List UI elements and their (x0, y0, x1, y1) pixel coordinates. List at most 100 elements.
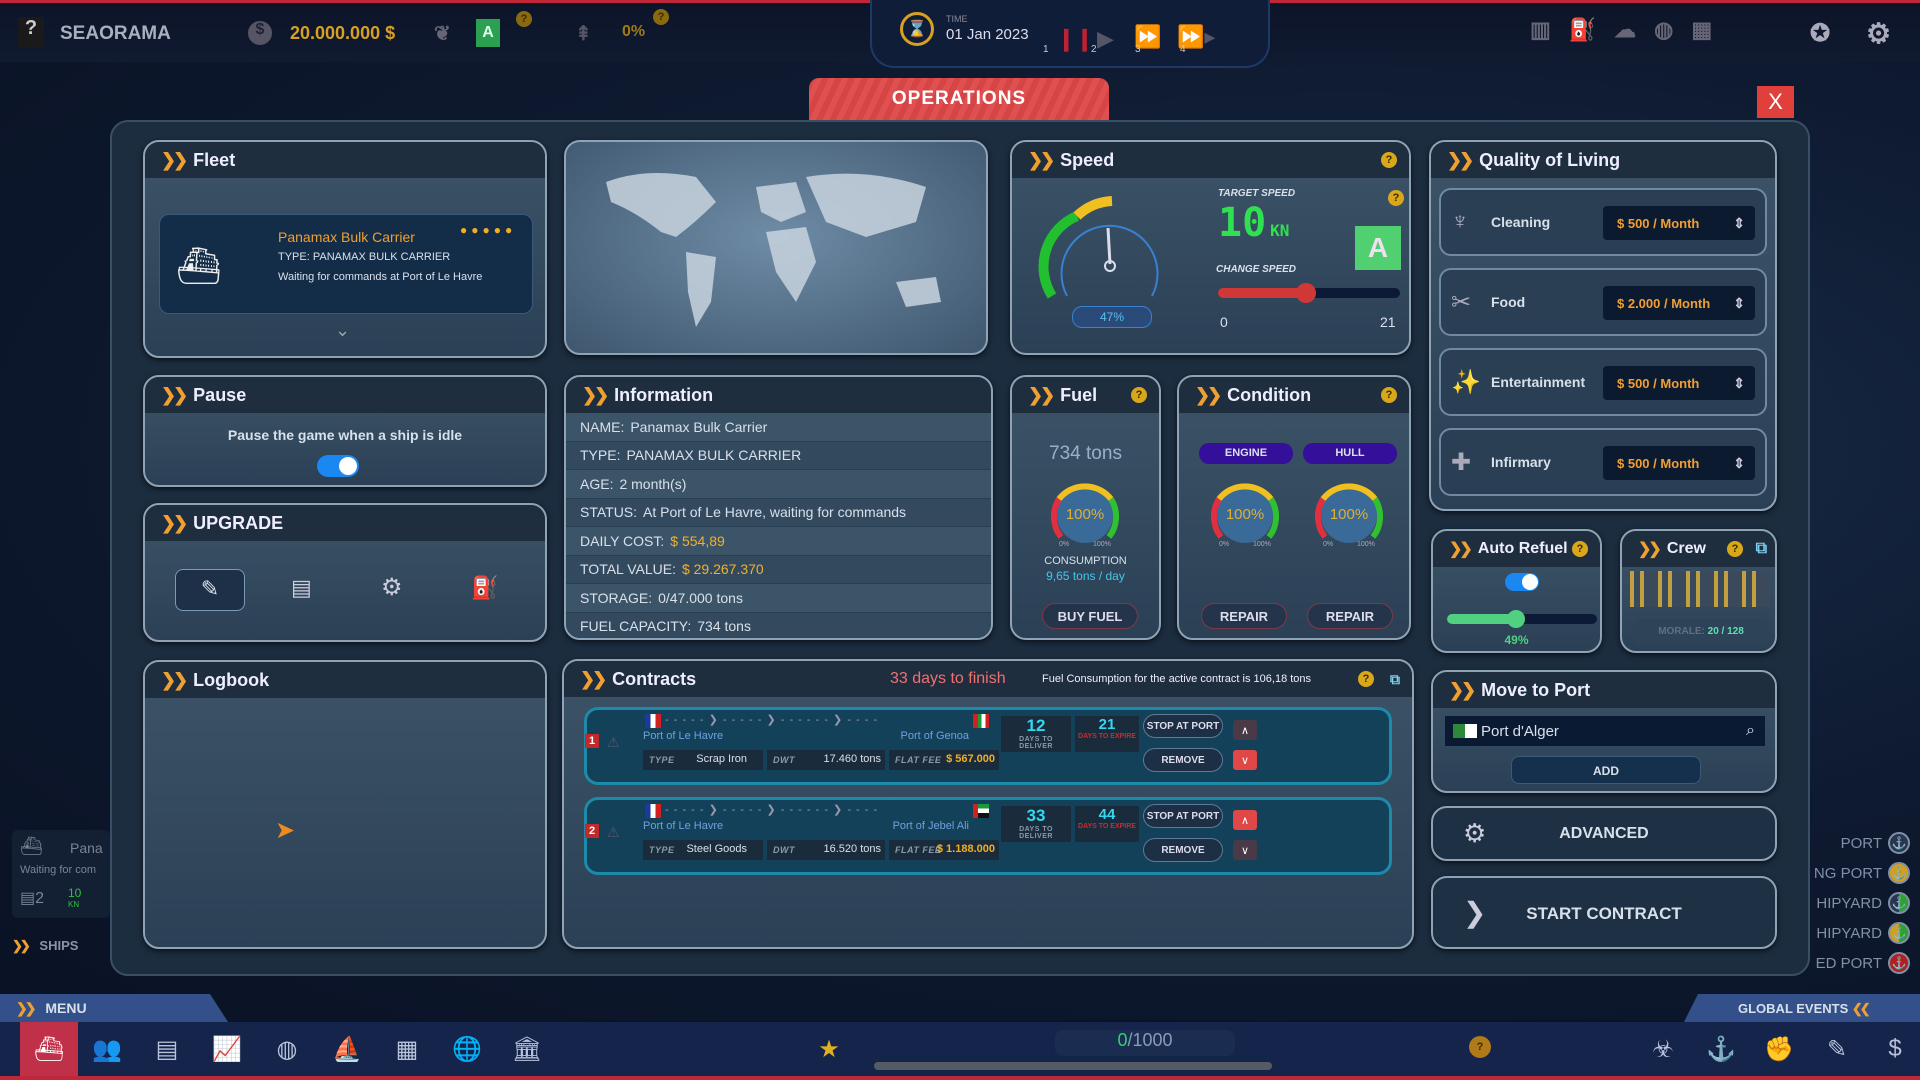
date-value: 01 Jan 2023 (946, 26, 1029, 43)
algeria-flag-icon (1453, 724, 1477, 738)
quality-of-living-panel: ❯❯ Quality of Living ♆ Cleaning $ 500 / Mon… (1429, 140, 1777, 511)
help-button[interactable]: ? (18, 17, 44, 47)
blueprint-icon[interactable]: ▤ (291, 575, 312, 601)
panel-title: Condition (1227, 384, 1312, 405)
legend-item: NG PORT ⚓ (1814, 862, 1910, 884)
minimap[interactable] (564, 140, 988, 355)
biohazard-icon[interactable]: ☣ (1634, 1022, 1692, 1076)
anchor-icon[interactable]: ⚓ (1692, 1022, 1750, 1076)
auto-refuel-slider[interactable] (1447, 610, 1597, 628)
help-icon[interactable]: ? (653, 9, 669, 25)
start-contract-button[interactable]: ❯ START CONTRACT (1431, 876, 1777, 949)
add-port-button[interactable]: ADD (1511, 756, 1701, 784)
money-up-icon[interactable]: $ (1866, 1022, 1920, 1076)
world-map-image (606, 173, 941, 327)
stats-icons[interactable]: ▥⛽☁◍▦ (1530, 17, 1730, 43)
star-rank-icon[interactable]: ★ (800, 1022, 858, 1076)
ships-section-label[interactable]: ❯❯ SHIPS (12, 938, 78, 954)
search-icon[interactable]: ⌕ (1746, 722, 1755, 740)
condition-panel: ❯❯ Condition? ENGINE HULL 100% 0% 100% 10… (1177, 375, 1411, 640)
share-icon: ⇞ (575, 23, 592, 45)
move-up-button[interactable]: ∧ (1233, 720, 1257, 740)
crew-menu-icon[interactable]: 👥 (78, 1022, 136, 1076)
stop-at-port-button[interactable]: STOP AT PORT (1143, 804, 1223, 828)
info-row: NAME: Panamax Bulk Carrier (566, 413, 991, 442)
info-row: DAILY COST: $ 554,89 (566, 527, 991, 556)
pause-toggle[interactable] (317, 455, 359, 477)
ship-status: Waiting for commands at Port of Le Havre (278, 271, 483, 283)
help-icon[interactable]: ? (1381, 152, 1397, 168)
food-select[interactable]: $ 2.000 / Month ⇕ (1603, 286, 1755, 320)
global-events-label[interactable]: GLOBAL EVENTS ❮❮ (1684, 994, 1920, 1022)
buildings-icon[interactable]: ▦ (378, 1022, 436, 1076)
entertainment-select[interactable]: $ 500 / Month ⇕ (1603, 366, 1755, 400)
info-row: TYPE: PANAMAX BULK CARRIER (566, 441, 991, 470)
legend-item: HIPYARD ⚓ (1816, 892, 1910, 914)
warning-icon: ⚠ (607, 824, 620, 840)
warning-icon: ⚠ (607, 734, 620, 750)
consumption-label: CONSUMPTION (1044, 555, 1127, 567)
bank-icon[interactable]: 🏛 (498, 1022, 556, 1076)
info-row: STATUS: At Port of Le Havre, waiting for … (566, 498, 991, 527)
bottom-menu-bar: ⛴ 👥 ▤ 📈 ◍ ⛵ ▦ 🌐 🏛 ★ 0/1000 ? ☣ ⚓ ✊ ✎ $ (0, 1022, 1920, 1080)
pen-icon[interactable]: ✎ (1808, 1022, 1866, 1076)
qol-entertainment: ✨ Entertainment $ 500 / Month ⇕ (1439, 348, 1767, 416)
ship-card[interactable]: ⛴ Panamax Bulk Carrier ●●●●● TYPE: PANAM… (159, 214, 533, 314)
help-icon[interactable]: ? (1572, 541, 1588, 557)
port-search-input[interactable]: Port d'Alger ⌕ (1445, 716, 1765, 746)
close-button[interactable]: X (1757, 86, 1794, 118)
infirmary-select[interactable]: $ 500 / Month ⇕ (1603, 446, 1755, 480)
consumption-value: 9,65 tons / day (1046, 569, 1125, 583)
repair-engine-button[interactable]: REPAIR (1201, 603, 1287, 629)
help-icon[interactable]: ? (1469, 1036, 1491, 1058)
ship-list-item[interactable]: ⛴ Pana Waiting for com ▤2 10 KN (12, 830, 110, 918)
expand-chevron-icon[interactable]: ⌄ (335, 320, 350, 341)
eco-grade-badge[interactable]: A (476, 19, 500, 47)
advanced-button[interactable]: ⚙ ADVANCED (1431, 806, 1777, 861)
engine-gear-icon[interactable]: ⚙ (381, 573, 403, 602)
contract-card[interactable]: 2 ⚠ - - - - - ❯ - - - - - ❯ - - - - - - … (584, 797, 1392, 875)
move-up-button[interactable]: ∧ (1233, 810, 1257, 830)
legend-item: HIPYARD ⚓ (1816, 922, 1910, 944)
speed-slider[interactable] (1218, 283, 1400, 303)
buy-ship-icon[interactable]: ⛵ (318, 1022, 376, 1076)
help-icon[interactable]: ? (1381, 387, 1397, 403)
repair-hull-button[interactable]: REPAIR (1307, 603, 1393, 629)
contracts-menu-icon[interactable]: ▤ (138, 1022, 196, 1076)
move-down-button[interactable]: ∨ (1233, 840, 1257, 860)
engine-gauge: 100% 0% 100% (1205, 475, 1285, 560)
remove-contract-button[interactable]: REMOVE (1143, 838, 1223, 862)
contract-card[interactable]: 1 ⚠ - - - - - ❯ - - - - - ❯ - - - - - - … (584, 707, 1392, 785)
help-icon[interactable]: ? (1727, 541, 1743, 557)
ship-menu-icon[interactable]: ⛴ (20, 1022, 78, 1076)
external-link-icon[interactable]: ⧉ (1756, 540, 1767, 558)
medal-icon[interactable]: ✪ (1810, 19, 1830, 48)
stats-menu-icon[interactable]: 📈 (198, 1022, 256, 1076)
external-link-icon[interactable]: ⧉ (1390, 671, 1400, 688)
help-icon[interactable]: ? (1358, 671, 1374, 687)
remove-contract-button[interactable]: REMOVE (1143, 748, 1223, 772)
cleaning-select[interactable]: $ 500 / Month ⇕ (1603, 206, 1755, 240)
auto-refuel-toggle[interactable] (1505, 573, 1539, 591)
mouse-cursor: ➤ (275, 817, 296, 844)
stop-at-port-button[interactable]: STOP AT PORT (1143, 714, 1223, 738)
help-icon[interactable]: ? (1131, 387, 1147, 403)
party-icon: ✨ (1451, 369, 1481, 396)
help-icon[interactable]: ? (1388, 190, 1404, 206)
globe-pin-icon[interactable]: 🌐 (438, 1022, 496, 1076)
play-speed-button[interactable]: ▶ (1097, 26, 1114, 52)
finance-globe-icon[interactable]: ◍ (258, 1022, 316, 1076)
paint-bucket-icon[interactable]: ⛽ (471, 575, 498, 601)
help-icon[interactable]: ? (516, 11, 532, 27)
pause-speed-button[interactable]: ❙❙ (1057, 26, 1094, 52)
auto-refuel-panel: ❯❯ Auto Refuel? 49% (1431, 529, 1602, 653)
edit-pencil-button[interactable]: ✎ (175, 569, 245, 611)
settings-gear-icon[interactable]: ⚙ (1866, 17, 1891, 50)
strike-icon[interactable]: ✊ (1750, 1022, 1808, 1076)
move-down-button[interactable]: ∨ (1233, 750, 1257, 770)
crew-morale: MORALE: 20 / 128 (1636, 619, 1766, 645)
buy-fuel-button[interactable]: BUY FUEL (1042, 603, 1138, 629)
menu-label[interactable]: ❯❯ MENU (0, 994, 228, 1022)
speed-gauge (1038, 196, 1159, 299)
ship-icon: ⛴ (176, 245, 222, 286)
